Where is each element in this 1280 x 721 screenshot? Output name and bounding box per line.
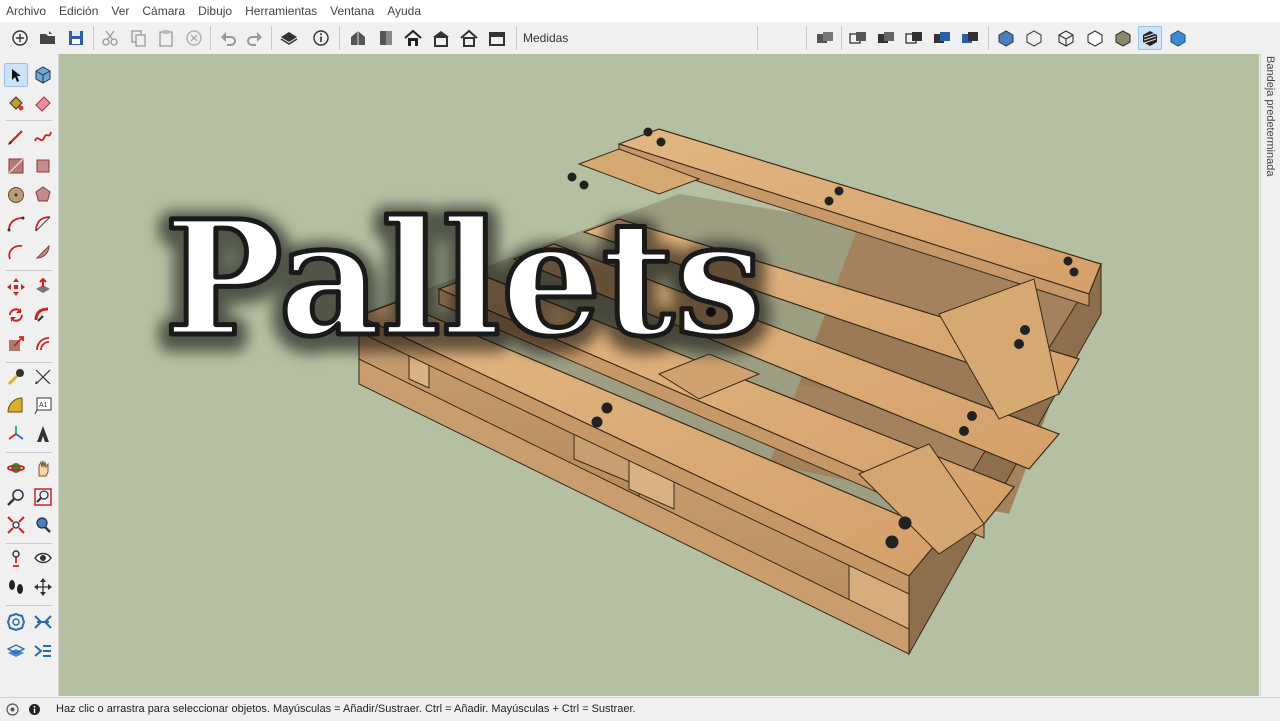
back-view-icon[interactable] [457,26,481,50]
wireframe-style-icon[interactable] [1054,26,1078,50]
new-file-icon[interactable] [8,26,32,50]
xray-style-icon[interactable] [994,26,1018,50]
hidden-line-style-icon[interactable] [1083,26,1107,50]
make-component-icon[interactable] [31,63,55,87]
follow-me-icon[interactable] [31,303,55,327]
arc-tool-icon[interactable] [4,212,28,236]
menu-herramientas[interactable]: Herramientas [239,4,324,18]
menu-camara[interactable]: Cámara [136,4,192,18]
title-text: Pallets [164,187,763,372]
shaded-style-icon[interactable] [1111,26,1135,50]
menu-ver[interactable]: Ver [105,4,136,18]
position-camera-icon[interactable] [4,546,28,570]
text-tool-icon[interactable]: A1 [31,394,55,418]
previous-view-icon[interactable] [31,513,55,537]
subtract-icon[interactable] [902,26,926,50]
sandbox-scratch-icon[interactable] [31,610,55,634]
rotate-tool-icon[interactable] [4,303,28,327]
redo-icon[interactable] [243,26,267,50]
paste-icon[interactable] [154,26,178,50]
offset-tool-icon[interactable] [31,332,55,356]
print-icon[interactable] [277,26,301,50]
undo-icon[interactable] [216,26,240,50]
copy-icon[interactable] [126,26,150,50]
left-tool-palette: A1 [0,54,59,696]
menu-dibujo[interactable]: Dibujo [192,4,239,18]
rotated-rectangle-icon[interactable] [31,154,55,178]
freehand-tool-icon[interactable] [31,125,55,149]
status-bar: Haz clic o arrastra para seleccionar obj… [0,697,1280,721]
monochrome-style-icon[interactable] [1166,26,1190,50]
paint-bucket-icon[interactable] [4,91,28,115]
three-point-arc-icon[interactable] [4,240,28,264]
axes-tool-icon[interactable] [4,422,28,446]
two-point-arc-icon[interactable] [31,212,55,236]
zoom-window-icon[interactable] [31,485,55,509]
main-toolbar: Medidas [0,22,1280,55]
protractor-icon[interactable] [4,394,28,418]
push-pull-icon[interactable] [31,275,55,299]
cut-icon[interactable] [98,26,122,50]
3d-text-icon[interactable] [31,422,55,446]
move-tool-icon[interactable] [4,275,28,299]
outer-shell-icon[interactable] [846,26,870,50]
orbit-tool-icon[interactable] [4,456,28,480]
dimension-tool-icon[interactable] [31,365,55,389]
model-info-icon[interactable] [309,26,333,50]
menu-ayuda[interactable]: Ayuda [381,4,428,18]
union-icon[interactable] [813,26,837,50]
menu-bar: Archivo Edición Ver Cámara Dibujo Herram… [0,0,1280,22]
intersect-icon[interactable] [874,26,898,50]
rectangle-tool-icon[interactable] [4,154,28,178]
split-icon[interactable] [958,26,982,50]
pan-tool-icon[interactable] [31,456,55,480]
pallets-title-overlay: Pallets Pallets [144,174,904,384]
model-viewport[interactable]: Pallets Pallets [59,54,1259,696]
right-view-icon[interactable] [429,26,453,50]
tray-label: Bandeja predeterminada [1264,56,1276,177]
erase-selection-icon[interactable] [182,26,206,50]
left-view-icon[interactable] [485,26,509,50]
default-tray[interactable]: Bandeja predeterminada [1260,54,1280,696]
front-view-icon[interactable] [401,26,425,50]
shaded-textures-style-icon[interactable] [1138,26,1162,50]
select-tool-icon[interactable] [4,63,28,87]
sandbox-contours-icon[interactable] [4,610,28,634]
menu-archivo[interactable]: Archivo [0,4,53,18]
back-edges-style-icon[interactable] [1022,26,1046,50]
info-icon[interactable] [28,703,41,716]
section-plane-icon[interactable] [31,575,55,599]
top-view-icon[interactable] [374,26,398,50]
walk-tool-icon[interactable] [4,575,28,599]
zoom-extents-icon[interactable] [4,513,28,537]
menu-ventana[interactable]: Ventana [324,4,381,18]
line-tool-icon[interactable] [4,125,28,149]
stamp-tool-icon[interactable] [31,639,55,663]
circle-tool-icon[interactable] [4,183,28,207]
svg-text:A1: A1 [39,402,48,409]
trim-icon[interactable] [930,26,954,50]
iso-view-icon[interactable] [346,26,370,50]
save-icon[interactable] [64,26,88,50]
polygon-tool-icon[interactable] [31,183,55,207]
menu-edicion[interactable]: Edición [53,4,105,18]
geolocation-icon[interactable] [6,703,19,716]
status-hint: Haz clic o arrastra para seleccionar obj… [56,703,636,715]
measurements-label: Medidas [523,31,569,45]
open-folder-icon[interactable] [36,26,60,50]
smoove-tool-icon[interactable] [4,639,28,663]
eraser-icon[interactable] [31,91,55,115]
pie-tool-icon[interactable] [31,240,55,264]
look-around-icon[interactable] [31,546,55,570]
tape-measure-icon[interactable] [4,365,28,389]
zoom-tool-icon[interactable] [4,485,28,509]
scale-tool-icon[interactable] [4,332,28,356]
